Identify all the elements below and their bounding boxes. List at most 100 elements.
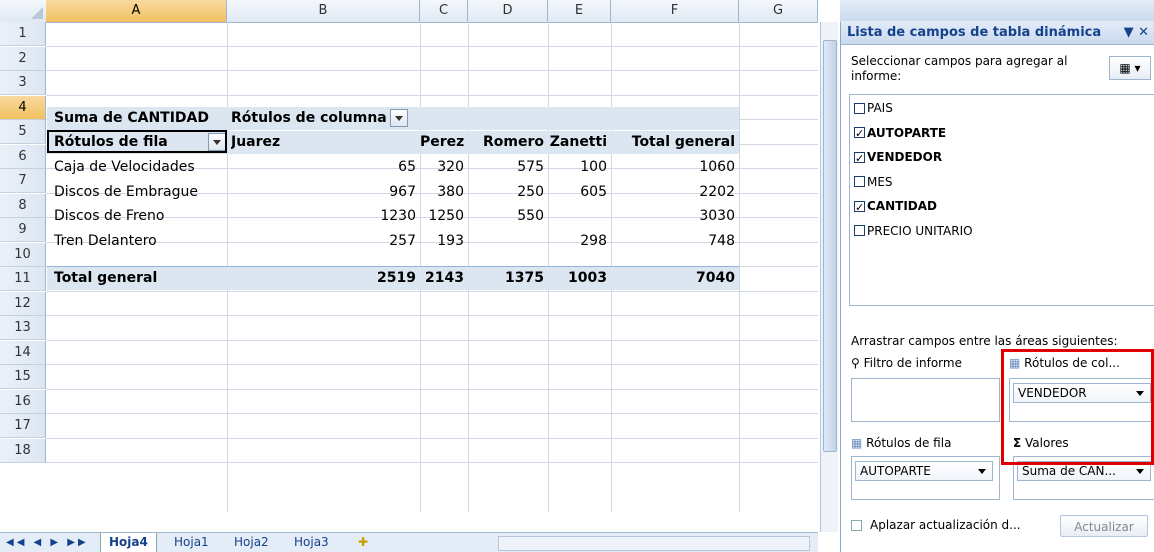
layout-options-icon[interactable]: ▦ ▾	[1109, 56, 1151, 80]
column-header-e[interactable]: E	[548, 0, 611, 22]
row-header-15[interactable]: 15	[0, 365, 46, 389]
row-header-6[interactable]: 6	[0, 144, 46, 169]
row-header-5[interactable]: 5	[0, 120, 46, 144]
sheet-tab-hoja4[interactable]: Hoja4	[100, 533, 157, 552]
pivot-value-cell[interactable]: 250	[468, 180, 544, 204]
pivot-row-label[interactable]: Discos de Freno	[54, 204, 164, 228]
pivot-value-cell[interactable]: 100	[548, 155, 607, 179]
sheet-tab-hoja2[interactable]: Hoja2	[226, 533, 277, 552]
pivot-row-label[interactable]: Tren Delantero	[54, 229, 157, 253]
highlight-box	[1001, 349, 1154, 465]
field-checkbox[interactable]	[854, 197, 865, 219]
column-header-c[interactable]: C	[420, 0, 468, 22]
total-romero[interactable]: 1375	[468, 266, 544, 290]
col-header-total[interactable]: Total general	[611, 130, 735, 154]
pivot-value-cell[interactable]	[548, 204, 607, 228]
pivot-value-cell[interactable]: 605	[548, 180, 607, 204]
field-checkbox[interactable]	[854, 123, 865, 145]
pivot-row-label[interactable]: Discos de Embrague	[54, 180, 198, 204]
row-header-16[interactable]: 16	[0, 389, 46, 414]
column-header-b[interactable]: B	[227, 0, 420, 22]
col-header-zanetti[interactable]: Zanetti	[548, 130, 607, 154]
pivot-col-labels[interactable]: Rótulos de columna	[231, 106, 408, 130]
row-header-8[interactable]: 8	[0, 193, 46, 218]
update-button[interactable]: Actualizar	[1060, 515, 1148, 537]
row-header-10[interactable]: 10	[0, 242, 46, 267]
pivot-value-label[interactable]: Suma de CANTIDAD	[54, 106, 209, 130]
pivot-value-cell[interactable]: 550	[468, 204, 544, 228]
vertical-scrollbar[interactable]	[820, 22, 838, 532]
pivot-value-cell[interactable]: 65	[227, 155, 416, 179]
field-checkbox[interactable]	[854, 102, 865, 114]
sheet-tab-bar: ◀◀ ◀ ▶ ▶▶ Hoja4 Hoja1 Hoja2 Hoja3 ✚	[0, 532, 818, 552]
pivot-total-label[interactable]: Total general	[54, 266, 157, 290]
total-perez[interactable]: 2143	[420, 266, 464, 290]
row-header-9[interactable]: 9	[0, 218, 46, 242]
row-drop-area[interactable]: AUTOPARTE	[851, 456, 1000, 500]
col-labels-filter-dropdown[interactable]	[389, 109, 408, 127]
row-header-17[interactable]: 17	[0, 414, 46, 438]
pivot-row-label[interactable]: Caja de Velocidades	[54, 155, 195, 179]
sheet-tab-hoja3[interactable]: Hoja3	[286, 533, 337, 552]
row-header-4[interactable]: 4	[0, 95, 46, 120]
pivot-value-cell[interactable]: 193	[420, 229, 464, 253]
column-header-g[interactable]: G	[739, 0, 818, 22]
field-item-vendedor[interactable]: VENDEDOR	[854, 146, 942, 170]
pivot-value-cell[interactable]: 575	[468, 155, 544, 179]
pivot-value-cell[interactable]: 748	[611, 229, 735, 253]
field-item-mes[interactable]: MES	[854, 171, 893, 193]
row-header-11[interactable]: 11	[0, 267, 46, 291]
row-header-12[interactable]: 12	[0, 291, 46, 316]
column-header-d[interactable]: D	[468, 0, 548, 22]
row-header-18[interactable]: 18	[0, 438, 46, 463]
insert-sheet-icon[interactable]: ✚	[350, 533, 376, 552]
field-item-pais[interactable]: PAIS	[854, 97, 893, 119]
row-header-13[interactable]: 13	[0, 316, 46, 340]
pivot-value-cell[interactable]: 257	[227, 229, 416, 253]
panel-instruction: Seleccionar campos para agregar al infor…	[851, 54, 1068, 83]
vertical-scroll-thumb[interactable]	[823, 40, 837, 452]
pivot-value-cell[interactable]: 1060	[611, 155, 735, 179]
autoparte-field-pill[interactable]: AUTOPARTE	[855, 461, 993, 481]
chevron-down-icon[interactable]	[978, 468, 986, 474]
row-header-7[interactable]: 7	[0, 169, 46, 193]
col-header-romero[interactable]: Romero	[468, 130, 544, 154]
field-checkbox[interactable]	[854, 176, 865, 187]
column-header-row: A B C D E F G	[0, 0, 818, 23]
field-checkbox[interactable]	[854, 225, 865, 236]
tab-nav-arrows[interactable]: ◀◀ ◀ ▶ ▶▶	[6, 533, 89, 552]
col-header-juarez[interactable]: Juarez	[231, 130, 280, 154]
pivot-value-cell[interactable]: 298	[548, 229, 607, 253]
chevron-down-icon[interactable]	[1136, 468, 1144, 474]
column-header-f[interactable]: F	[611, 0, 739, 22]
row-header-1[interactable]: 1	[0, 22, 46, 46]
total-juarez[interactable]: 2519	[227, 266, 416, 290]
horizontal-scrollbar[interactable]	[498, 536, 810, 551]
pivot-value-cell[interactable]: 320	[420, 155, 464, 179]
filter-drop-area[interactable]	[851, 378, 1000, 422]
pivot-value-cell[interactable]: 1250	[420, 204, 464, 228]
field-item-cantidad[interactable]: CANTIDAD	[854, 195, 937, 219]
autoparte-pill-label: AUTOPARTE	[860, 464, 931, 478]
total-zanetti[interactable]: 1003	[548, 266, 607, 290]
pivot-value-cell[interactable]: 380	[420, 180, 464, 204]
field-label: PAIS	[867, 101, 893, 115]
col-header-perez[interactable]: Perez	[420, 130, 464, 154]
row-header-14[interactable]: 14	[0, 340, 46, 365]
pivot-value-cell[interactable]: 3030	[611, 204, 735, 228]
field-item-precio-unitario[interactable]: PRECIO UNITARIO	[854, 220, 973, 242]
pivot-value-cell[interactable]: 1230	[227, 204, 416, 228]
select-all-corner[interactable]	[0, 0, 47, 22]
row-header-3[interactable]: 3	[0, 71, 46, 95]
row-header-2[interactable]: 2	[0, 46, 46, 71]
pivot-value-cell[interactable]: 2202	[611, 180, 735, 204]
panel-menu-chevron-icon[interactable]: ▼ ✕	[1124, 21, 1149, 45]
field-item-autoparte[interactable]: AUTOPARTE	[854, 122, 946, 145]
field-checkbox[interactable]	[854, 148, 865, 170]
pivot-value-cell[interactable]	[468, 229, 544, 253]
pivot-value-cell[interactable]: 967	[227, 180, 416, 204]
defer-update-checkbox[interactable]	[851, 519, 862, 531]
total-general[interactable]: 7040	[611, 266, 735, 290]
column-header-a[interactable]: A	[46, 0, 227, 22]
sheet-tab-hoja1[interactable]: Hoja1	[166, 533, 217, 552]
